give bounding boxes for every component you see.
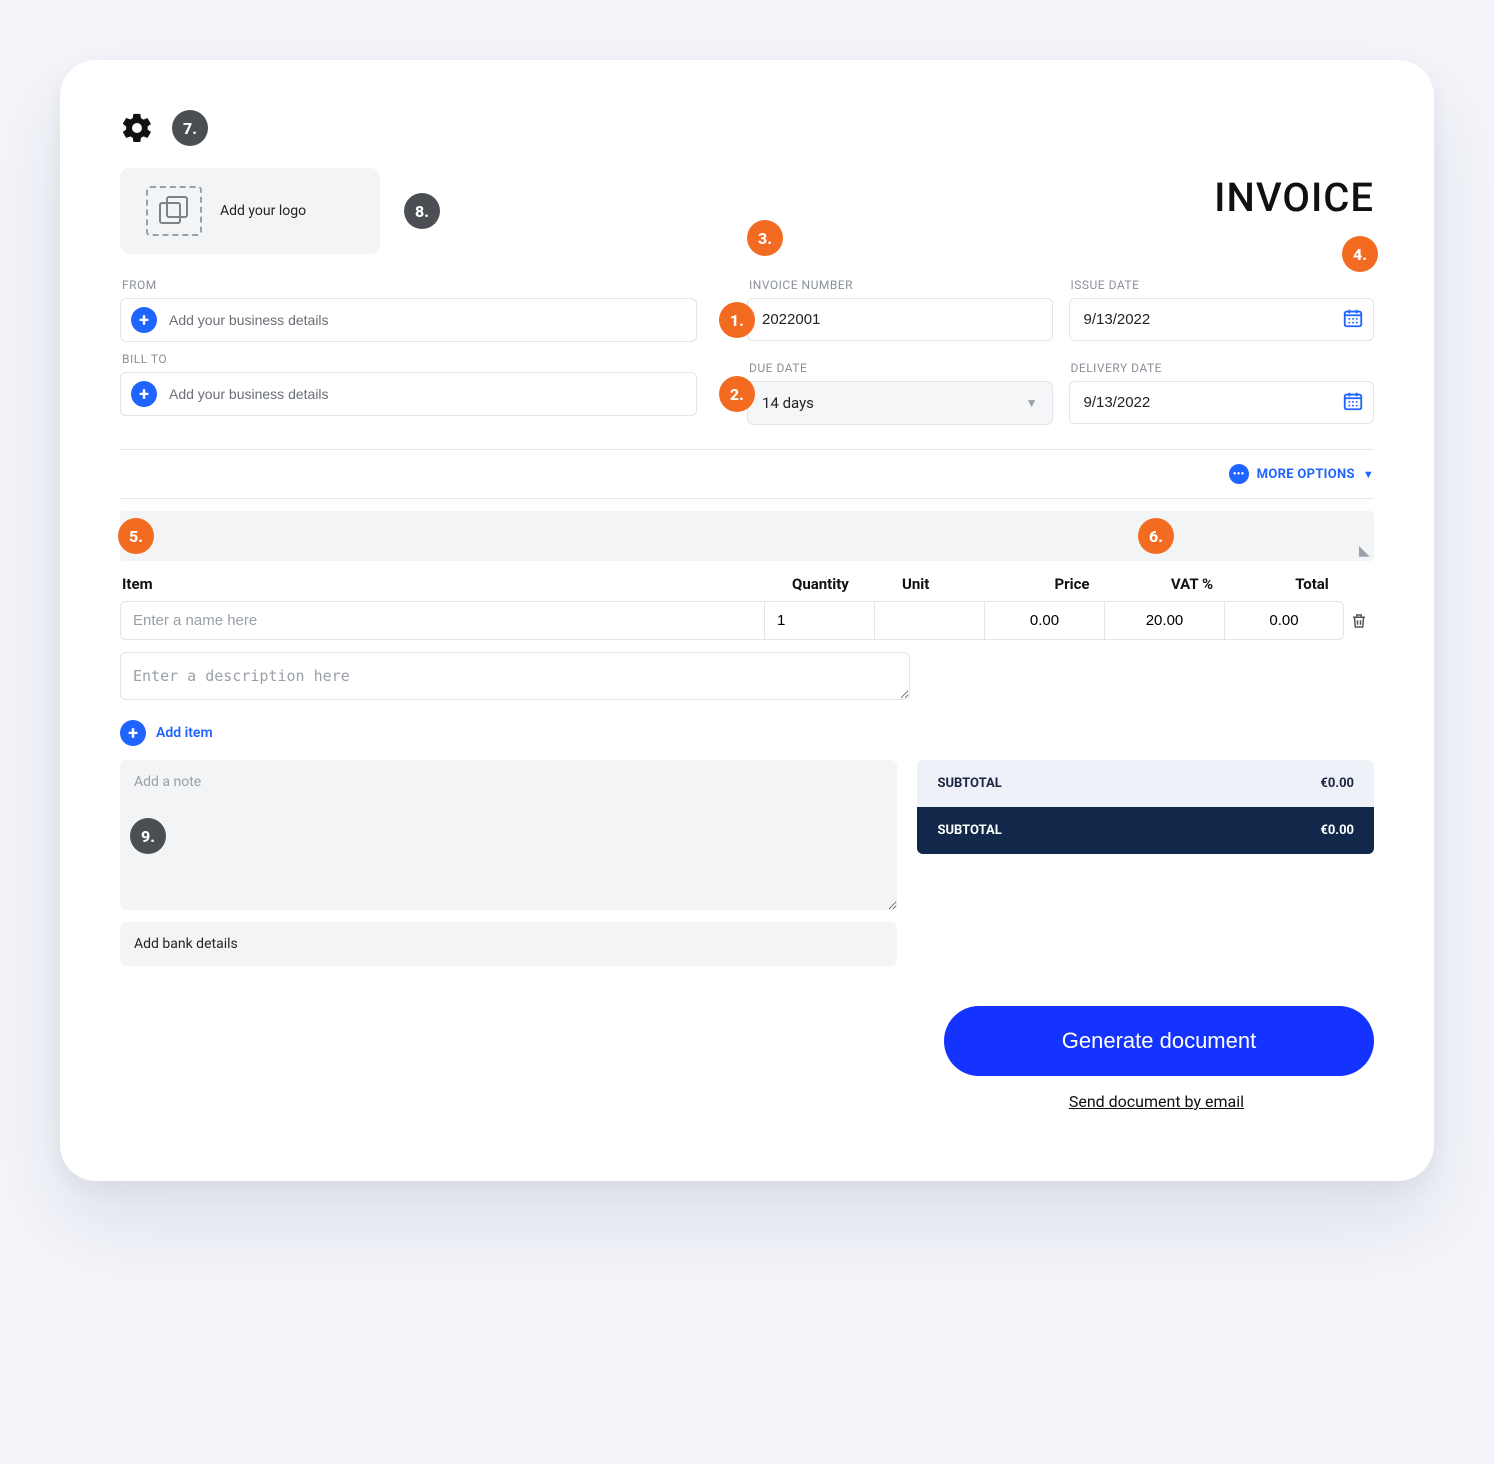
note-textarea[interactable]: [120, 760, 897, 910]
main-fields: FROM + 1. BILL TO + 2. 3. 4.: [120, 268, 1374, 425]
billto-details-button[interactable]: +: [120, 372, 697, 416]
invoice-editor-card: 7. Add your logo 8. INVOICE FROM: [60, 60, 1434, 1181]
item-price-input[interactable]: [984, 601, 1104, 640]
add-logo-button[interactable]: Add your logo: [120, 168, 380, 254]
col-vat: VAT %: [1132, 575, 1252, 593]
more-options-button[interactable]: ••• MORE OPTIONS ▼: [1229, 464, 1374, 484]
due-date-label: DUE DATE: [749, 361, 1053, 375]
delivery-date-input[interactable]: [1069, 381, 1375, 424]
item-vat-input[interactable]: [1104, 601, 1224, 640]
annotation-badge-6: 6.: [1138, 518, 1174, 554]
divider: [120, 449, 1374, 450]
logo-area: Add your logo 8.: [120, 168, 380, 254]
add-bank-details-button[interactable]: Add bank details: [120, 922, 897, 966]
grandtotal-row: SUBTOTAL €0.00: [917, 807, 1374, 854]
gear-icon[interactable]: [120, 111, 154, 145]
from-label: FROM: [122, 278, 697, 292]
more-options-label: MORE OPTIONS: [1257, 467, 1355, 482]
annotation-badge-7: 7.: [172, 110, 208, 146]
issue-date-input[interactable]: [1069, 298, 1375, 341]
billto-input[interactable]: [167, 385, 686, 403]
annotation-badge-5: 5.: [118, 518, 154, 554]
document-meta-column: 3. 4. INVOICE NUMBER ISSUE DATE: [747, 268, 1374, 425]
page-title: INVOICE: [1214, 174, 1374, 221]
chevron-down-icon: ▼: [1363, 468, 1374, 481]
annotation-badge-8: 8.: [404, 193, 440, 229]
annotation-badge-3: 3.: [747, 220, 783, 256]
from-details-button[interactable]: +: [120, 298, 697, 342]
add-item-button[interactable]: + Add item: [120, 720, 1374, 746]
trash-icon[interactable]: [1344, 612, 1374, 630]
resize-handle-icon[interactable]: ◢: [1359, 543, 1370, 559]
subtotal-label: SUBTOTAL: [937, 776, 1001, 791]
subtotal-value: €0.00: [1320, 776, 1354, 791]
topbar: 7.: [120, 110, 1374, 146]
item-name-input[interactable]: [120, 601, 764, 640]
item-row: [120, 601, 1374, 640]
col-quantity: Quantity: [792, 575, 902, 593]
due-date-select[interactable]: 14 days ▼: [747, 381, 1053, 425]
divider: [120, 498, 1374, 499]
from-input[interactable]: [167, 311, 686, 329]
items-header: Item Quantity Unit Price VAT % Total: [120, 561, 1374, 601]
invoice-number-input[interactable]: [747, 298, 1053, 341]
col-unit: Unit: [902, 575, 1012, 593]
generate-document-button[interactable]: Generate document: [944, 1006, 1374, 1076]
send-by-email-link[interactable]: Send document by email: [1069, 1092, 1244, 1111]
footer-row: 9. SUBTOTAL €0.00 SUBTOTAL €0.00: [120, 760, 1374, 910]
due-date-value: 14 days: [762, 394, 814, 412]
plus-icon: +: [131, 307, 157, 333]
chevron-down-icon: ▼: [1026, 396, 1038, 410]
col-item: Item: [122, 575, 792, 593]
invoice-number-label: INVOICE NUMBER: [749, 278, 1053, 292]
annotation-badge-1: 1.: [719, 302, 755, 338]
annotation-badge-4: 4.: [1342, 236, 1378, 272]
billto-label: BILL TO: [122, 352, 697, 366]
item-quantity-input[interactable]: [764, 601, 874, 640]
logo-placeholder-icon: [146, 186, 202, 236]
col-price: Price: [1012, 575, 1132, 593]
sender-recipient-column: FROM + 1. BILL TO + 2.: [120, 268, 697, 425]
plus-icon: +: [131, 381, 157, 407]
items-title-bar[interactable]: 5. 6. ◢: [120, 511, 1374, 561]
annotation-badge-9: 9.: [130, 818, 166, 854]
add-logo-label: Add your logo: [220, 203, 306, 219]
grandtotal-label: SUBTOTAL: [937, 823, 1001, 838]
annotation-badge-2: 2.: [719, 376, 755, 412]
subtotal-row: SUBTOTAL €0.00: [917, 760, 1374, 807]
grandtotal-value: €0.00: [1320, 823, 1354, 838]
item-unit-input[interactable]: [874, 601, 984, 640]
col-total: Total: [1252, 575, 1372, 593]
item-total-input[interactable]: [1224, 601, 1344, 640]
dots-icon: •••: [1229, 464, 1249, 484]
actions: Generate document Send document by email: [120, 1006, 1374, 1111]
item-description-input[interactable]: [120, 652, 910, 700]
delivery-date-label: DELIVERY DATE: [1071, 361, 1375, 375]
issue-date-label: ISSUE DATE: [1071, 278, 1375, 292]
plus-icon: +: [120, 720, 146, 746]
add-item-label: Add item: [156, 725, 213, 741]
totals-panel: SUBTOTAL €0.00 SUBTOTAL €0.00: [917, 760, 1374, 854]
